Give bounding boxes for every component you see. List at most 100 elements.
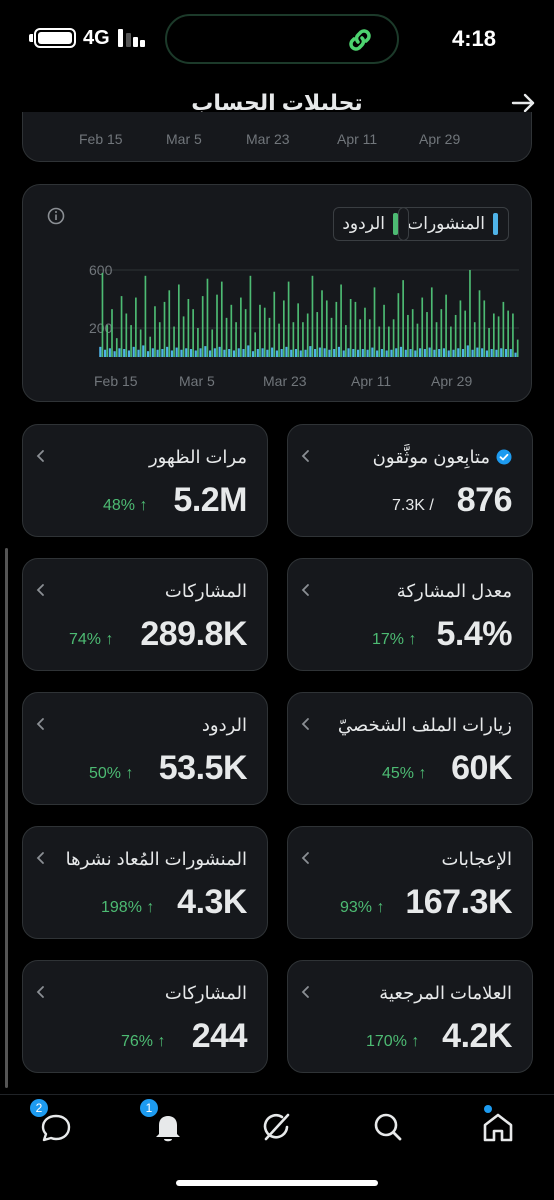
post-bar <box>476 347 479 357</box>
reply-bar <box>512 313 514 357</box>
post-bar <box>490 349 493 357</box>
post-bar <box>481 348 484 357</box>
reply-bar <box>306 313 309 357</box>
reply-bar <box>101 272 104 357</box>
metric-change: 93% ↑ <box>340 899 385 916</box>
reply-bar <box>230 304 233 357</box>
clock: 4:18 <box>451 26 496 51</box>
reply-bar <box>435 322 438 357</box>
post-bar <box>142 345 145 357</box>
metric-value: 53.5K <box>158 749 248 787</box>
reply-bar <box>335 301 338 357</box>
activity-chart-card[interactable]: المنشورات الردود 600 200 Feb 15 Mar 5 Mar 23… <box>22 184 532 402</box>
post-bar <box>132 346 135 357</box>
post-bar <box>514 352 517 357</box>
post-bar <box>104 349 107 357</box>
link-chain-icon <box>349 29 371 51</box>
post-bar <box>99 346 102 357</box>
reply-bar <box>316 312 319 357</box>
post-bar <box>419 348 422 357</box>
reply-bar <box>392 319 395 357</box>
post-bar <box>447 350 450 357</box>
reply-bar <box>115 338 118 357</box>
home-icon <box>483 1113 513 1142</box>
post-bar <box>242 349 245 357</box>
battery-icon <box>34 28 76 48</box>
reply-bar <box>459 300 462 357</box>
post-bar <box>495 349 498 357</box>
reply-bar <box>220 281 223 357</box>
bar-chart: 600 200 Feb 15 Mar 5 Mar 23 Apr 11 Apr 29 <box>89 262 519 389</box>
metric-value: 876 <box>456 481 513 519</box>
nav-home[interactable] <box>480 1105 516 1145</box>
post-bar <box>209 350 212 357</box>
metric-shares[interactable]: المشاركات 244 76% ↑ <box>22 960 268 1073</box>
metric-value: 5.2M <box>173 481 247 519</box>
chevron-left-icon <box>301 852 309 864</box>
post-bar <box>314 349 317 357</box>
metric-reposts[interactable]: المنشورات المُعاد نشرها 4.3K 198% ↑ <box>22 826 268 939</box>
scrollbar[interactable] <box>5 548 8 1088</box>
post-bar <box>204 346 207 357</box>
post-bar <box>461 349 465 357</box>
post-bar <box>385 350 388 357</box>
nav-grok[interactable] <box>258 1109 294 1145</box>
bell-icon <box>156 1116 180 1142</box>
post-bar <box>156 349 159 357</box>
post-bar <box>223 349 226 357</box>
metric-engagement-rate[interactable]: معدل المشاركة 5.4% 17% ↑ <box>287 558 533 671</box>
metric-engagements[interactable]: المشاركات 289.8K 74% ↑ <box>22 558 268 671</box>
reply-bar <box>259 304 261 357</box>
chevron-left-icon <box>36 450 44 462</box>
post-bar <box>228 349 231 357</box>
metric-impressions[interactable]: مرات الظهور 5.2M 48% ↑ <box>22 424 268 537</box>
post-bar <box>442 348 446 357</box>
metric-likes[interactable]: الإعجابات 167.3K 93% ↑ <box>287 826 533 939</box>
post-bar <box>146 351 150 357</box>
post-bar <box>509 349 512 357</box>
reply-bar <box>278 323 280 357</box>
reply-bar <box>492 313 495 357</box>
post-bar <box>438 349 441 357</box>
post-bar <box>213 348 216 357</box>
home-indicator <box>176 1180 378 1186</box>
reply-bar <box>349 299 352 357</box>
x-tick-label: Feb 15 <box>94 373 138 389</box>
metric-change: 48% ↑ <box>103 497 148 514</box>
chevron-left-icon <box>301 718 309 730</box>
metric-change: 76% ↑ <box>121 1033 166 1050</box>
post-bar <box>180 349 183 357</box>
reply-bar <box>292 322 295 357</box>
reply-bar <box>125 313 128 357</box>
reply-bar <box>254 332 257 357</box>
axis-tick: Mar 5 <box>166 131 202 147</box>
metric-replies[interactable]: الردود 53.5K 50% ↑ <box>22 692 268 805</box>
metric-profile-visits[interactable]: زيارات الملف الشخصيّ 60K 45% ↑ <box>287 692 533 805</box>
chevron-left-icon <box>36 718 44 730</box>
post-bar <box>237 348 240 357</box>
post-bar <box>500 348 503 357</box>
metric-bookmarks[interactable]: العلامات المرجعية 4.2K 170% ↑ <box>287 960 533 1073</box>
post-bar <box>361 349 364 357</box>
reply-bar <box>287 281 290 357</box>
metric-verified-followers[interactable]: متابِعون موثَّقون 876 7.3K / <box>287 424 533 537</box>
post-bar <box>380 349 383 357</box>
post-bar <box>127 350 131 357</box>
metric-change: 170% ↑ <box>366 1033 420 1050</box>
post-bar <box>395 348 398 357</box>
reply-bar <box>440 309 443 357</box>
reply-bar <box>483 300 486 357</box>
reply-bar <box>345 325 347 357</box>
post-bar <box>151 348 154 357</box>
nav-messages[interactable]: 2 <box>30 1099 74 1145</box>
reply-bar <box>507 310 509 357</box>
status-bar: 4G 4:18 <box>0 0 554 78</box>
post-bar <box>166 346 169 357</box>
nav-search[interactable] <box>370 1109 406 1145</box>
reply-bar <box>488 328 490 357</box>
reply-bar <box>383 304 385 357</box>
nav-notifications[interactable]: 1 <box>140 1099 186 1145</box>
reply-bar <box>421 297 424 357</box>
reply-bar <box>497 316 500 357</box>
post-bar <box>175 347 178 357</box>
